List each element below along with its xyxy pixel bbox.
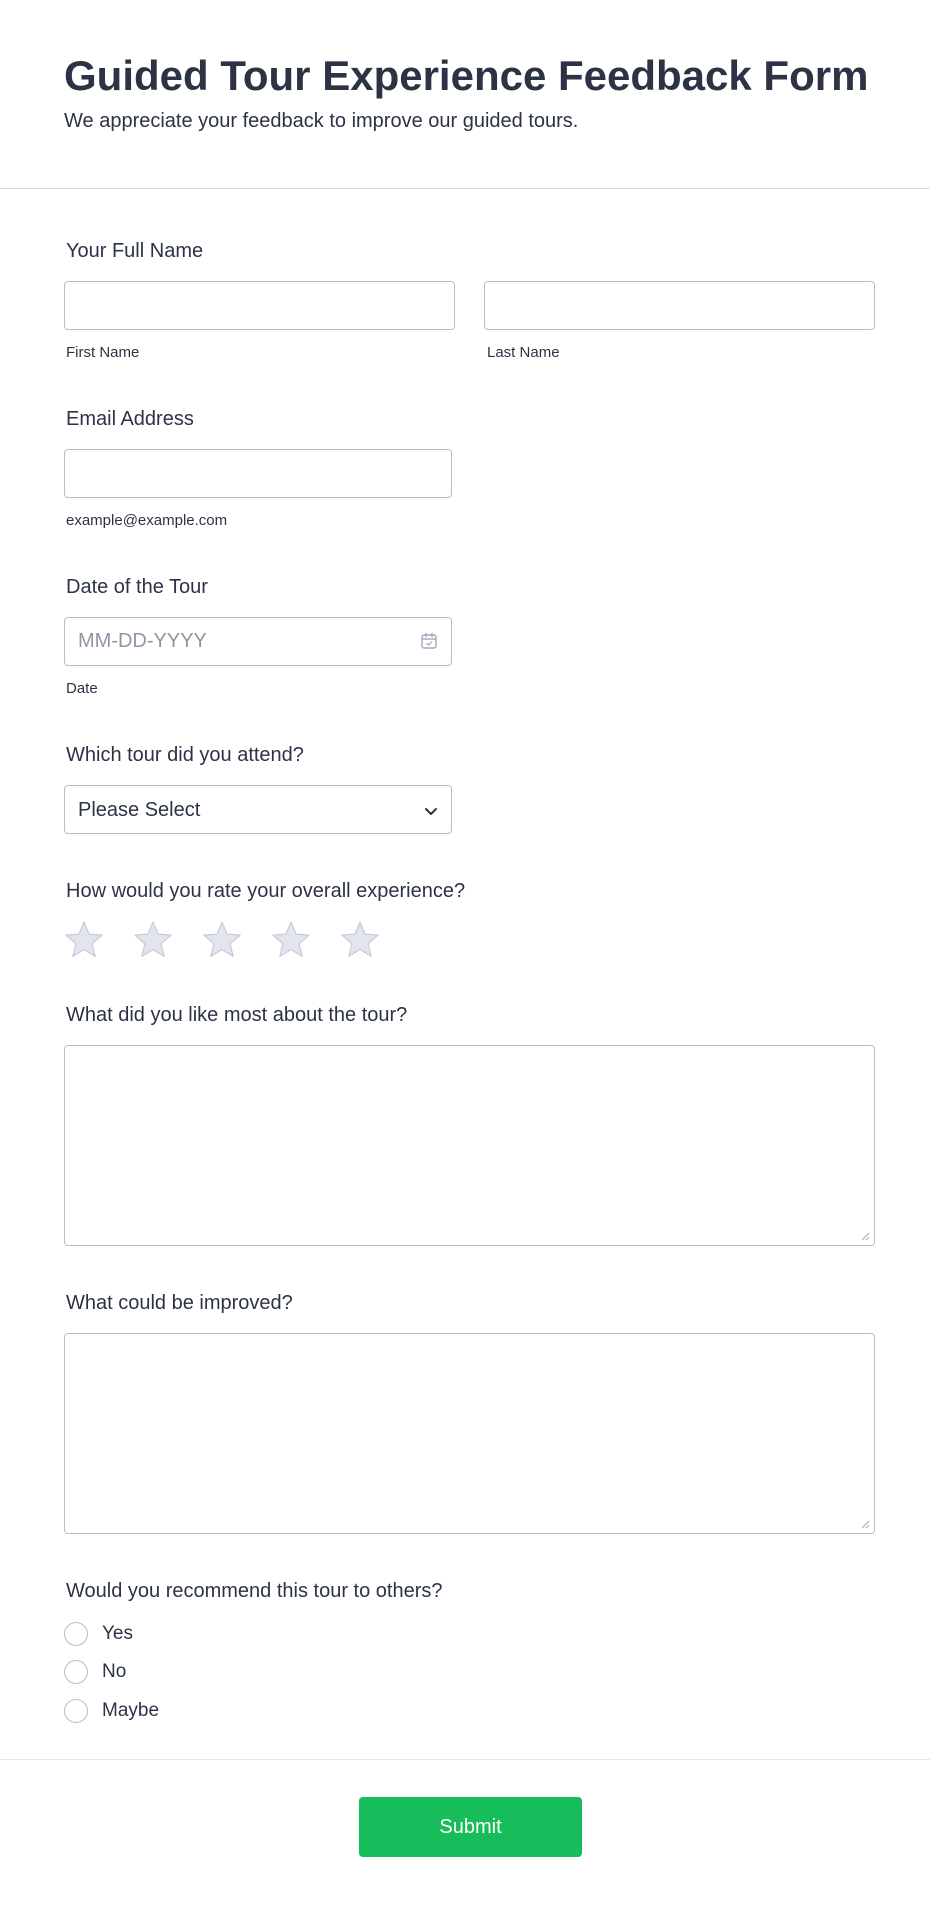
full-name-label: Your Full Name — [66, 240, 204, 262]
radio-button[interactable] — [64, 1622, 88, 1646]
tour-date-label: Date of the Tour — [66, 576, 208, 598]
form-title: Guided Tour Experience Feedback Form — [64, 52, 869, 99]
calendar-icon[interactable] — [420, 632, 438, 650]
first-name-input[interactable] — [64, 281, 455, 330]
tour-select-label: Which tour did you attend? — [66, 744, 304, 766]
tour-date-input[interactable] — [64, 617, 452, 666]
radio-label-maybe: Maybe — [102, 1700, 160, 1721]
submit-button[interactable]: Submit — [359, 1797, 582, 1857]
radio-label-yes: Yes — [102, 1623, 133, 1644]
star-icon[interactable] — [133, 920, 173, 960]
radio-label-no: No — [102, 1661, 127, 1682]
liked-most-label: What did you like most about the tour? — [66, 1004, 408, 1026]
last-name-input[interactable] — [484, 281, 875, 330]
star-rating — [64, 920, 394, 960]
recommend-option-no[interactable]: No — [64, 1659, 126, 1685]
resize-grip-icon[interactable] — [860, 1231, 870, 1241]
last-name-sublabel: Last Name — [487, 344, 560, 361]
radio-button[interactable] — [64, 1699, 88, 1723]
recommend-label: Would you recommend this tour to others? — [66, 1580, 443, 1602]
recommend-option-yes[interactable]: Yes — [64, 1621, 133, 1647]
star-icon[interactable] — [271, 920, 311, 960]
star-icon[interactable] — [202, 920, 242, 960]
email-sublabel: example@example.com — [66, 512, 228, 529]
improvements-textarea[interactable] — [64, 1333, 875, 1534]
email-input[interactable] — [64, 449, 452, 498]
email-label: Email Address — [66, 408, 194, 430]
tour-select[interactable]: Please Select — [64, 785, 452, 834]
star-icon[interactable] — [340, 920, 380, 960]
tour-select-value: Please Select — [78, 799, 201, 821]
star-icon[interactable] — [64, 920, 104, 960]
tour-date-sublabel: Date — [66, 680, 98, 697]
footer-divider — [0, 1759, 930, 1760]
form-header: Guided Tour Experience Feedback Form We … — [0, 0, 930, 189]
form-subtitle: We appreciate your feedback to improve o… — [64, 110, 579, 132]
improvements-label: What could be improved? — [66, 1292, 293, 1314]
recommend-option-maybe[interactable]: Maybe — [64, 1698, 159, 1724]
rating-label: How would you rate your overall experien… — [66, 880, 466, 902]
resize-grip-icon[interactable] — [860, 1519, 870, 1529]
first-name-sublabel: First Name — [66, 344, 140, 361]
radio-button[interactable] — [64, 1660, 88, 1684]
liked-most-textarea[interactable] — [64, 1045, 875, 1246]
chevron-down-icon — [425, 808, 437, 815]
